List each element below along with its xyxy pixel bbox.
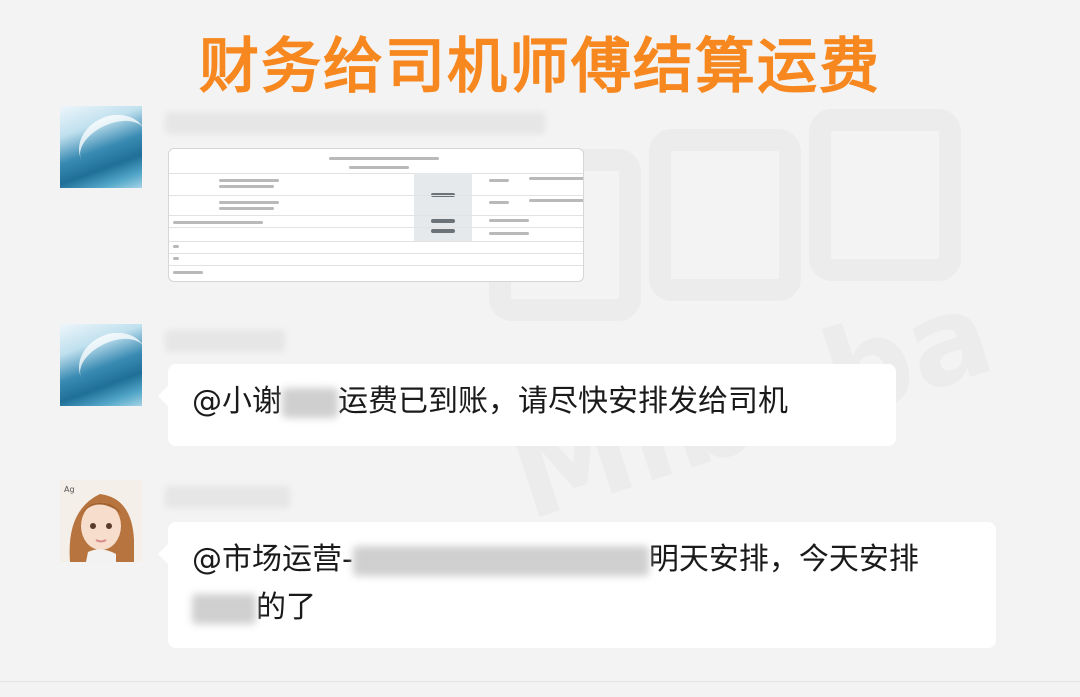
redacted-text <box>352 545 649 576</box>
avatar[interactable] <box>60 324 142 406</box>
message-text: @市场运营- <box>192 542 353 577</box>
page-title: 财务给司机师傅结算运费 <box>199 32 881 102</box>
svg-text:Ag: Ag <box>64 485 75 494</box>
girl-avatar-icon: Ag <box>64 485 134 562</box>
sender-name-blurred <box>165 486 290 508</box>
avatar[interactable]: Ag <box>60 480 142 562</box>
redacted-text <box>282 387 338 418</box>
sender-name-blurred <box>165 330 285 352</box>
sender-name-blurred <box>165 112 545 134</box>
avatar[interactable] <box>60 106 142 188</box>
document-image[interactable] <box>168 148 584 282</box>
message-bubble[interactable]: @市场运营- 明天安排，今天安排 的了 <box>158 522 996 648</box>
message-text: 运费已到账，请尽快安排发给司机 <box>338 384 788 419</box>
message-bubble[interactable]: @小谢 运费已到账，请尽快安排发给司机 <box>158 364 896 446</box>
divider <box>0 681 1080 682</box>
message-text: 明天安排，今天安排 <box>648 542 919 577</box>
message-text: @小谢 <box>192 384 282 419</box>
redacted-text <box>192 593 256 624</box>
message-text: 的了 <box>256 590 316 625</box>
